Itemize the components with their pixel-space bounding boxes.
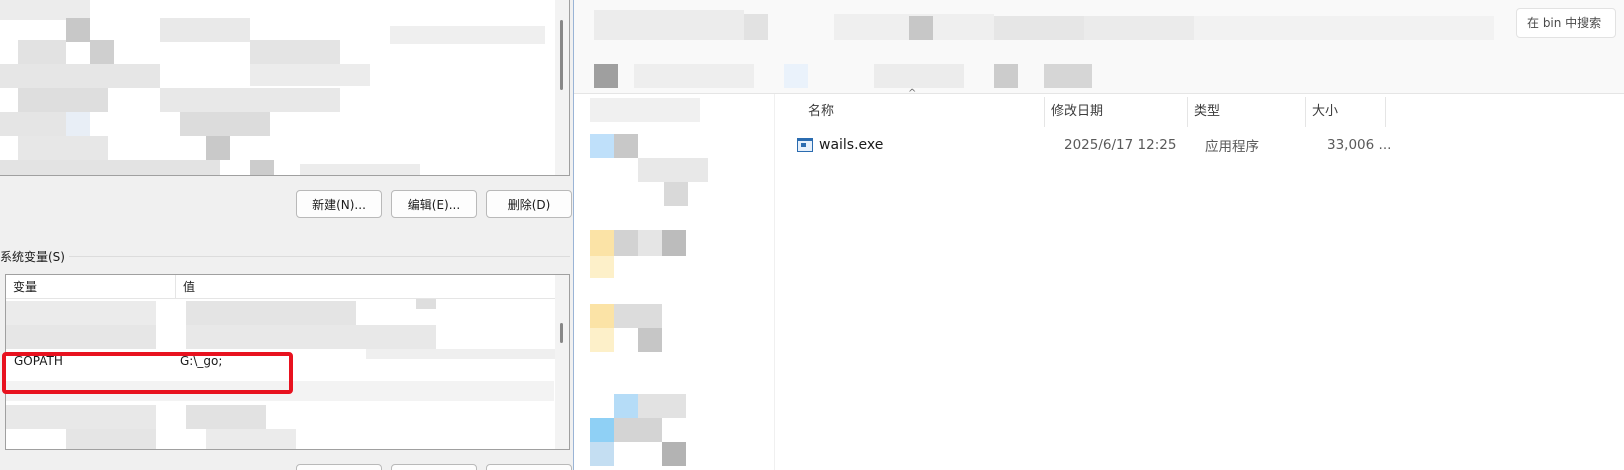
search-input[interactable]: 在 bin 中搜索: [1516, 8, 1616, 38]
system-list-scrollbar[interactable]: [555, 275, 569, 449]
column-size[interactable]: 大小: [1306, 97, 1386, 127]
file-size: 33,006 ...: [1327, 137, 1392, 153]
delete-button[interactable]: 删除(D): [486, 190, 572, 218]
column-date[interactable]: 修改日期: [1045, 97, 1188, 127]
column-type[interactable]: 类型: [1188, 97, 1306, 127]
system-variables-buttons: [296, 464, 572, 470]
column-variable[interactable]: 变量: [6, 275, 176, 299]
user-list-scrollbar[interactable]: [555, 0, 569, 175]
file-date: 2025/6/17 12:25: [1064, 137, 1177, 153]
highlight-box: [2, 352, 293, 394]
scrollbar-thumb[interactable]: [560, 323, 563, 343]
environment-variables-dialog: 新建(N)... 编辑(E)... 删除(D) 系统变量(S) 变量 值 GOP…: [0, 0, 573, 470]
pane-divider: [774, 94, 775, 470]
column-name[interactable]: 名称: [805, 97, 1045, 127]
file-name: wails.exe: [819, 137, 884, 153]
system-delete-button[interactable]: [486, 464, 572, 470]
edit-button[interactable]: 编辑(E)...: [391, 190, 477, 218]
file-row-wails[interactable]: wails.exe 2025/6/17 12:25 应用程序 33,006 ..…: [789, 131, 1397, 159]
group-divider: [0, 256, 570, 257]
screenshot: 新建(N)... 编辑(E)... 删除(D) 系统变量(S) 变量 值 GOP…: [0, 0, 1624, 470]
new-button[interactable]: 新建(N)...: [296, 190, 382, 218]
system-list-header: 变量 值: [6, 275, 569, 299]
system-variables-label: 系统变量(S): [0, 248, 69, 265]
executable-icon: [797, 138, 813, 152]
explorer-toolbar: 在 bin 中搜索: [574, 0, 1624, 94]
system-edit-button[interactable]: [391, 464, 477, 470]
user-variables-buttons: 新建(N)... 编辑(E)... 删除(D): [296, 190, 572, 218]
column-value[interactable]: 值: [176, 275, 195, 299]
user-variables-list[interactable]: [0, 0, 570, 176]
system-new-button[interactable]: [296, 464, 382, 470]
file-list-header: 名称 修改日期 类型 大小: [805, 97, 1386, 127]
file-explorer-window: 在 bin 中搜索 ^ 名称 修改日期 类型 大小 wails.exe 2025…: [573, 0, 1624, 470]
file-type: 应用程序: [1205, 139, 1259, 155]
scrollbar-thumb[interactable]: [560, 20, 563, 90]
navigation-pane[interactable]: [574, 94, 774, 470]
